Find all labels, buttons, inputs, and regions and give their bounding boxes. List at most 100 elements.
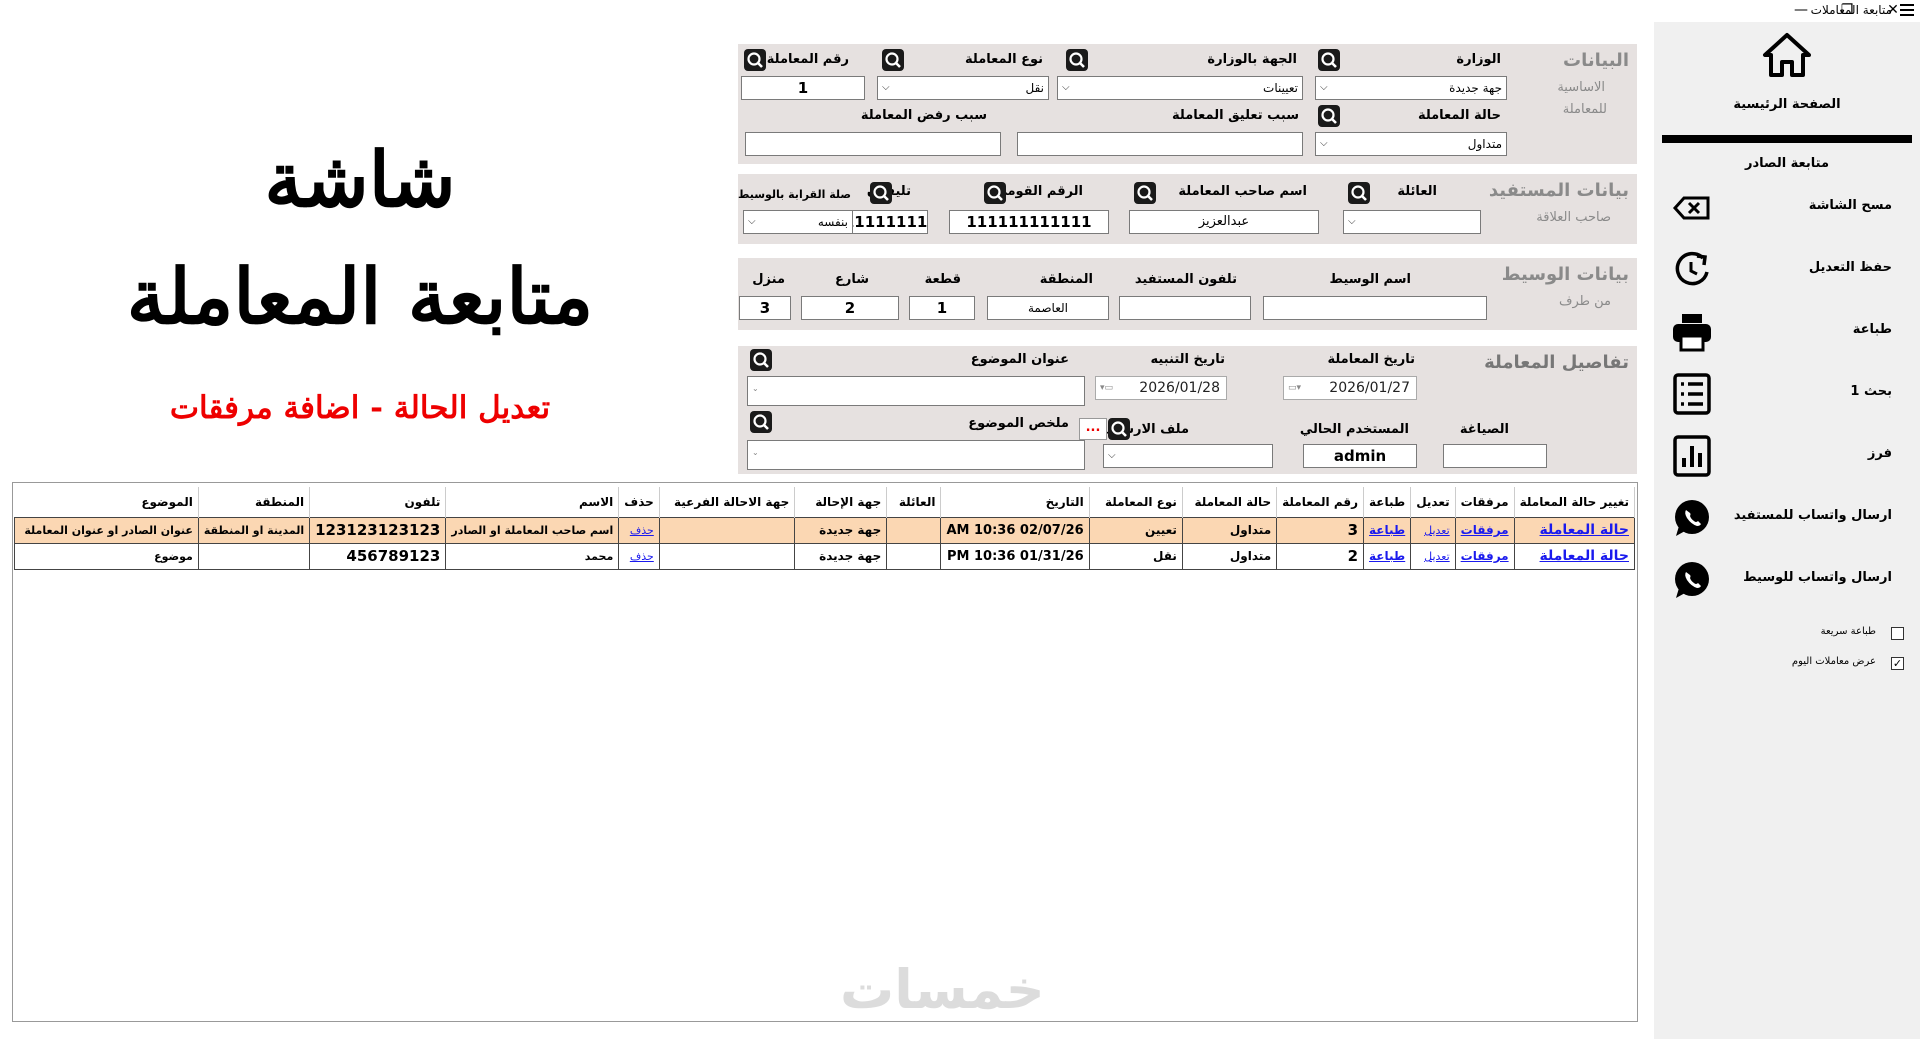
current-user-label: المستخدم الحالي <box>1299 422 1409 437</box>
whatsapp-beneficiary-label: ارسال واتساب للمستفيد <box>1733 508 1892 523</box>
relation-select[interactable]: بنفسه ⌵ <box>743 210 853 234</box>
clear-screen-label: مسح الشاشة <box>1808 198 1892 213</box>
table-row[interactable]: حالة المعاملة مرفقات تعديل طباعة 2 متداو… <box>14 542 1636 570</box>
column-header[interactable]: طباعة <box>1363 487 1412 517</box>
cell-name: اسم صاحب المعاملة او الصادر <box>445 516 620 544</box>
search-icon[interactable] <box>1066 49 1088 71</box>
quick-print-checkbox[interactable]: طباعة سريعة <box>1654 625 1920 643</box>
column-header[interactable]: حالة المعاملة <box>1182 487 1278 517</box>
column-header[interactable]: المنطقة <box>198 487 311 517</box>
restore-button[interactable]: ❐ <box>1824 0 1870 22</box>
plot-field[interactable]: 1 <box>909 296 975 320</box>
search-icon[interactable] <box>750 411 772 433</box>
column-header[interactable]: تغيير حالة المعاملة <box>1514 487 1636 517</box>
search-icon[interactable] <box>870 182 892 204</box>
search-icon[interactable] <box>1318 105 1340 127</box>
dept-select[interactable]: تعيينات ⌵ <box>1057 76 1303 100</box>
national-id-field[interactable]: 111111111111 <box>949 210 1109 234</box>
search-icon[interactable] <box>744 49 766 71</box>
mediator-name-field[interactable] <box>1263 296 1487 320</box>
column-header[interactable]: مرفقات <box>1455 487 1515 517</box>
sidebar-divider <box>1662 135 1912 143</box>
print-label: طباعة <box>1852 322 1892 337</box>
column-header[interactable]: الاسم <box>445 487 620 517</box>
whatsapp-beneficiary-button[interactable]: ارسال واتساب للمستفيد <box>1654 492 1920 544</box>
status-label: حالة المعاملة <box>1417 108 1501 123</box>
beneficiary-phone-label: تلفون المستفيد <box>1134 272 1237 287</box>
national-id-label: الرقم القومي <box>994 184 1083 199</box>
home-button[interactable]: الصفحة الرئيسية <box>1654 22 1920 142</box>
print-link[interactable]: طباعة <box>1369 523 1405 537</box>
ministry-select[interactable]: جهة جديدة ⌵ <box>1315 76 1507 100</box>
search-icon[interactable] <box>1108 418 1130 440</box>
quick-print-label: طباعة سريعة <box>1820 626 1876 637</box>
transactions-grid: تغيير حالة المعاملة مرفقات تعديل طباعة ر… <box>12 482 1638 1022</box>
suspend-reason-field[interactable] <box>1017 132 1303 156</box>
wording-field[interactable] <box>1443 444 1547 468</box>
save-edit-button[interactable]: حفظ التعديل <box>1654 244 1920 296</box>
today-transactions-checkbox[interactable]: عرض معاملات اليوم ✓ <box>1654 655 1920 673</box>
close-button[interactable]: ✕ <box>1870 0 1916 22</box>
archive-browse-button[interactable]: ... <box>1079 418 1107 440</box>
attachments-link[interactable]: مرفقات <box>1461 549 1509 563</box>
change-status-link[interactable]: حالة المعاملة <box>1540 548 1629 564</box>
type-select[interactable]: نقل ⌵ <box>877 76 1049 100</box>
column-header[interactable]: التاريخ <box>940 487 1090 517</box>
search-icon[interactable] <box>1348 182 1370 204</box>
column-header[interactable]: نوع المعاملة <box>1089 487 1183 517</box>
column-header[interactable]: تلفون <box>309 487 447 517</box>
search-icon[interactable] <box>882 49 904 71</box>
family-select[interactable]: ⌵ <box>1343 210 1481 234</box>
beneficiary-panel: بيانات المستفيد صاحب العلاقة العائلة ⌵ ا… <box>738 174 1637 244</box>
number-field[interactable]: 1 <box>741 76 865 100</box>
status-select[interactable]: متداول ⌵ <box>1315 132 1507 156</box>
print-link[interactable]: طباعة <box>1369 549 1405 563</box>
house-field[interactable]: 3 <box>739 296 791 320</box>
search-label: بحث 1 <box>1850 384 1892 399</box>
attachments-link[interactable]: مرفقات <box>1461 523 1509 537</box>
delete-link[interactable]: حذف <box>630 524 654 537</box>
clear-icon <box>1672 196 1710 220</box>
column-header[interactable]: حذف <box>618 487 660 517</box>
print-button[interactable]: طباعة <box>1654 306 1920 358</box>
clear-screen-button[interactable]: مسح الشاشة <box>1654 182 1920 234</box>
owner-field[interactable]: عبدالعزيز <box>1129 210 1319 234</box>
dept-label: الجهة بالوزارة <box>1207 52 1297 67</box>
whatsapp-mediator-button[interactable]: ارسال واتساب للوسيط <box>1654 554 1920 606</box>
search-icon[interactable] <box>1318 49 1340 71</box>
subject-field[interactable]: ⌃ ⌄ <box>747 376 1085 406</box>
checkbox-box[interactable]: ✓ <box>1891 657 1904 670</box>
column-header[interactable]: العائلة <box>886 487 942 517</box>
table-row[interactable]: حالة المعاملة مرفقات تعديل طباعة 3 متداو… <box>14 516 1636 544</box>
cell-number: 3 <box>1276 516 1365 544</box>
column-header[interactable]: تعديل <box>1410 487 1456 517</box>
region-label: المنطقة <box>1039 272 1093 287</box>
column-header[interactable]: جهة الاحالة الفرعية <box>659 487 796 517</box>
search-button[interactable]: بحث 1 <box>1654 368 1920 420</box>
change-status-link[interactable]: حالة المعاملة <box>1540 522 1629 538</box>
sort-label: فرز <box>1867 446 1892 461</box>
beneficiary-phone-field[interactable] <box>1119 296 1251 320</box>
edit-link[interactable]: تعديل <box>1424 524 1450 537</box>
search-icon[interactable] <box>750 349 772 371</box>
summary-field[interactable]: ⌃ ⌄ <box>747 440 1085 470</box>
archive-select[interactable]: ⌵ <box>1103 444 1273 468</box>
search-icon[interactable] <box>984 182 1006 204</box>
cell-name: محمد <box>445 542 620 570</box>
edit-link[interactable]: تعديل <box>1424 550 1450 563</box>
column-header[interactable]: جهة الإحالة <box>794 487 888 517</box>
column-header[interactable]: الموضوع <box>14 487 199 517</box>
sort-button[interactable]: فرز <box>1654 430 1920 482</box>
panel-title: البيانات <box>1563 50 1629 71</box>
checkbox-box[interactable] <box>1891 627 1904 640</box>
column-header[interactable]: رقم المعاملة <box>1276 487 1365 517</box>
street-field[interactable]: 2 <box>801 296 899 320</box>
date-picker[interactable]: 2026/01/27 ▭▾ <box>1283 376 1417 400</box>
reject-reason-field[interactable] <box>745 132 1001 156</box>
cell-type: نقل <box>1088 542 1183 570</box>
search-icon[interactable] <box>1134 182 1156 204</box>
alert-date-picker[interactable]: 2026/01/28 ▾▭ <box>1095 376 1227 400</box>
delete-link[interactable]: حذف <box>630 550 654 563</box>
minimize-button[interactable]: — <box>1778 0 1824 22</box>
region-field[interactable]: العاصمة <box>987 296 1109 320</box>
